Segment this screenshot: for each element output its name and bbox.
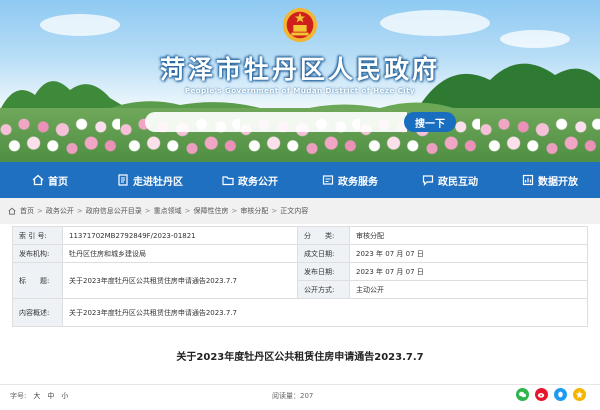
font-size-medium[interactable]: 中 [47,391,54,401]
breadcrumb-open-government[interactable]: 政务公开 [46,206,74,216]
table-row: 索 引 号: 11371702MB2792849F/2023-01821 分 类… [12,226,588,245]
main-nav: 首页 走进牡丹区 政务公开 政务服务 政民互动 数据开放 [0,162,600,198]
nav-item-label: 政务服务 [338,176,378,188]
national-emblem-icon [282,7,318,43]
wechat-icon[interactable] [516,388,529,401]
service-icon [322,175,334,185]
category-value: 审核分配 [349,226,588,245]
published-date-value: 2023 年 07 月 07 日 [349,262,588,281]
breadcrumb-home[interactable]: 首页 [20,206,34,216]
index-value: 11371702MB2792849F/2023-01821 [62,226,298,245]
title-value: 关于2023年度牡丹区公共租赁住房申请通告2023.7.7 [62,262,298,299]
table-row: 标 题: 关于2023年度牡丹区公共租赁住房申请通告2023.7.7 发布日期:… [12,262,588,299]
article-footer: 字号: 大 中 小 阅读量：207 [0,384,600,404]
disclosure-label: 公开方式: [297,280,350,299]
nav-item-interaction[interactable]: 政民互动 [400,162,500,198]
nav-item-home[interactable]: 首页 [0,162,100,198]
nav-item-services[interactable]: 政务服务 [300,162,400,198]
document-icon [118,174,128,186]
chart-icon [522,174,534,186]
document-info-table: 索 引 号: 11371702MB2792849F/2023-01821 分 类… [12,226,588,327]
breadcrumb-review-allocation[interactable]: 审核分配 [240,206,268,216]
created-date-value: 2023 年 07 月 07 日 [349,244,588,263]
publisher-value: 牡丹区住房和城乡建设局 [62,244,298,263]
table-row: 内容概述: 关于2023年度牡丹区公共租赁住房申请通告2023.7.7 [12,298,588,327]
publisher-label: 发布机构: [12,244,63,263]
font-size-small[interactable]: 小 [61,391,68,401]
breadcrumb-separator: > [144,207,151,215]
weibo-icon[interactable] [535,388,548,401]
cloud-decoration [380,10,490,36]
nav-item-label: 数据开放 [538,176,578,188]
nav-item-label: 走进牡丹区 [133,176,183,188]
index-label: 索 引 号: [12,226,63,245]
nav-item-label: 政务公开 [238,176,278,188]
table-row: 发布机构: 牡丹区住房和城乡建设局 成文日期: 2023 年 07 月 07 日 [12,244,588,263]
breadcrumb-affordable-housing[interactable]: 保障性住房 [194,206,229,216]
breadcrumb-catalog[interactable]: 政府信息公开目录 [86,206,142,216]
published-date-label: 发布日期: [297,262,350,281]
folder-icon [222,176,234,186]
nav-item-open-government[interactable]: 政务公开 [200,162,300,198]
breadcrumb-separator: > [76,207,83,215]
nav-item-open-data[interactable]: 数据开放 [500,162,600,198]
qq-icon[interactable] [554,388,567,401]
chat-icon [422,175,434,186]
share-buttons [516,388,586,401]
header-banner: 菏泽市牡丹区人民政府 People's Government of Mudan … [0,0,600,162]
breadcrumb-current: 正文内容 [280,207,309,215]
breadcrumb-separator: > [37,207,43,215]
breadcrumb-separator: > [231,207,238,215]
site-subtitle: People's Government of Mudan District of… [184,87,416,95]
summary-value: 关于2023年度牡丹区公共租赁住房申请通告2023.7.7 [62,298,588,327]
title-label: 标 题: [12,262,63,299]
breadcrumb-separator: > [271,207,278,215]
home-icon [8,207,16,215]
search-input[interactable] [145,112,407,132]
disclosure-value: 主动公开 [349,280,588,299]
search-button[interactable]: 搜一下 [404,112,456,132]
article-title: 关于2023年度牡丹区公共租赁住房申请通告2023.7.7 [176,352,424,363]
category-label: 分 类: [297,226,350,245]
nav-item-label: 政民互动 [438,176,478,188]
site-title: 菏泽市牡丹区人民政府 [159,55,440,84]
breadcrumb: 首页 > 政务公开 > 政府信息公开目录 > 重点领域 > 保障性住房 > 审核… [0,198,600,224]
cloud-decoration [500,30,570,48]
qzone-icon[interactable] [573,388,586,401]
font-size-large[interactable]: 大 [33,391,40,401]
summary-label: 内容概述: [12,298,63,327]
breadcrumb-key-areas[interactable]: 重点领域 [154,206,182,216]
home-icon [32,174,44,186]
breadcrumb-separator: > [184,207,191,215]
nav-item-label: 首页 [48,176,68,188]
cloud-decoration [40,14,120,36]
font-size-label: 字号: [10,392,27,400]
created-date-label: 成文日期: [297,244,350,263]
view-count: 阅读量：207 [272,392,314,400]
font-size-control: 字号: 大 中 小 [10,391,68,401]
nav-item-about[interactable]: 走进牡丹区 [100,162,200,198]
